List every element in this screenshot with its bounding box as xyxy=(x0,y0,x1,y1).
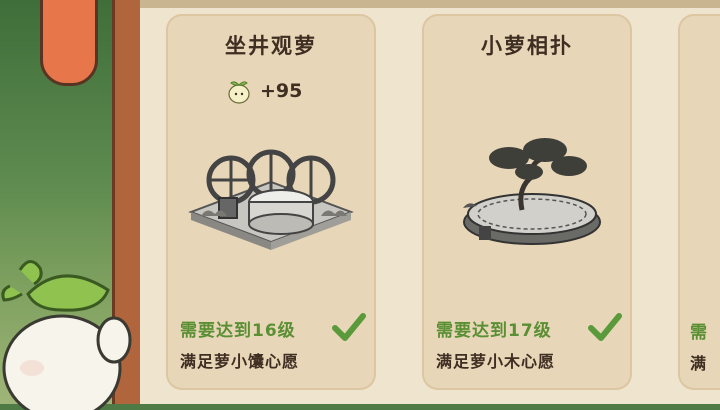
board-top-edge xyxy=(140,0,720,8)
requirement-level: 需要达到16级 xyxy=(180,321,296,341)
requirement-level: 需要达到17级 xyxy=(436,321,552,341)
checkmark-icon xyxy=(332,313,366,341)
well-illustration xyxy=(188,149,354,250)
requirement-wish: 满足萝小馕心愿 xyxy=(180,352,300,371)
card-title: 坐井观萝 xyxy=(225,34,317,58)
radish-character xyxy=(1,260,132,410)
reward-amount: +95 xyxy=(260,80,303,102)
checkmark-icon xyxy=(588,313,622,341)
bonsai-sumo-ring-illustration xyxy=(463,138,601,245)
sprout-icon xyxy=(228,81,250,104)
requirement-level-partial: 需 xyxy=(690,323,707,343)
hanging-carrot-decoration xyxy=(40,0,98,86)
card-title: 小萝相扑 xyxy=(481,34,573,58)
achievement-card-1[interactable]: 坐井观萝 +95 需要达到16级 满足萝小馕心愿 xyxy=(166,14,376,390)
achievement-card-2[interactable]: 小萝相扑 需要达到17级 满足萝小木心愿 xyxy=(422,14,632,390)
reward-row: +95 xyxy=(226,78,302,104)
requirement-wish: 满足萝小木心愿 xyxy=(436,352,556,371)
requirement-wish-partial: 满 xyxy=(690,354,707,373)
